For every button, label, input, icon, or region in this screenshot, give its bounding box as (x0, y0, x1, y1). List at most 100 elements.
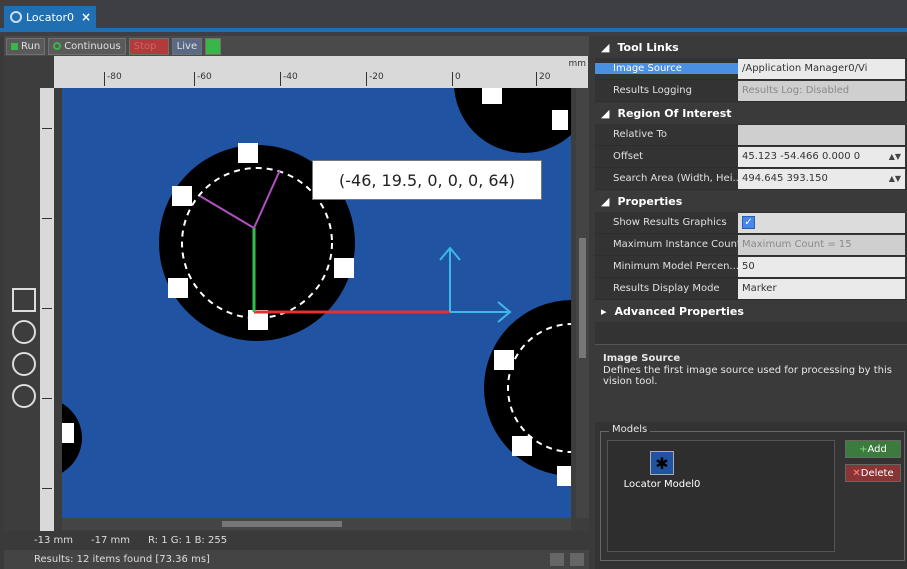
vertical-scroll-thumb[interactable] (579, 238, 586, 358)
section-tool-links[interactable]: ◢ Tool Links (595, 36, 907, 58)
status-button[interactable] (550, 553, 564, 566)
add-label: Add (867, 443, 887, 455)
zoom-toolbar (8, 282, 44, 422)
camera-button[interactable] (205, 37, 222, 55)
row-results-logging[interactable]: Results Logging Results Log: Disabled (595, 80, 907, 102)
model-name: Locator Model0 (623, 479, 701, 490)
camera-image[interactable] (62, 88, 571, 518)
models-title: Models (609, 424, 651, 435)
help-box: Image Source Defines the first image sou… (595, 344, 907, 422)
help-title: Image Source (603, 353, 681, 364)
loop-icon (53, 42, 62, 50)
spinner-icon[interactable]: ▲▼ (889, 174, 901, 183)
row-label: Offset (613, 151, 644, 162)
row-label: Maximum Instance Count (613, 239, 738, 250)
status-button[interactable] (570, 553, 584, 566)
offset-value: 45.123 -54.466 0.000 0 (742, 151, 861, 162)
live-button[interactable]: Live (171, 37, 203, 55)
collapse-icon: ◢ (601, 40, 610, 54)
poker-chip-left (62, 403, 82, 473)
row-max-instance-count[interactable]: Maximum Instance Count Maximum Count = 1… (595, 234, 907, 256)
section-title: Region Of Interest (617, 106, 732, 120)
min-model-field[interactable]: 50 (738, 256, 905, 277)
top-ruler: -80 -60 -40 -20 0 20 mm (54, 56, 588, 88)
tab-title: Locator0 (26, 10, 75, 24)
image-source-field[interactable]: /Application Manager0/Vi (738, 58, 905, 79)
row-image-source[interactable]: Image Source /Application Manager0/Vi (595, 58, 907, 80)
collapse-icon: ◢ (601, 106, 610, 120)
ruler-tick-label: 20 (536, 72, 550, 86)
results-status: Results: 12 items found [73.36 ms] (34, 554, 210, 565)
pixel-rgb: R: 1 G: 1 B: 255 (148, 534, 228, 546)
zoom-out-icon[interactable] (12, 384, 36, 408)
run-button[interactable]: Run (6, 37, 46, 55)
gear-icon (10, 11, 22, 23)
ruler-tick (42, 218, 52, 219)
tab-underline (0, 28, 907, 32)
status-bar: Results: 12 items found [73.36 ms] (4, 550, 589, 569)
expand-icon: ▸ (601, 304, 607, 318)
ruler-unit: mm (568, 59, 586, 69)
row-search-area[interactable]: Search Area (Width, Hei... 494.645 393.1… (595, 168, 907, 190)
ruler-tick (42, 128, 52, 129)
row-min-model-percent[interactable]: Minimum Model Percen... 50 (595, 256, 907, 278)
relative-to-field[interactable] (738, 124, 905, 145)
help-text: Defines the first image source used for … (603, 365, 892, 387)
show-graphics-checkbox[interactable]: ✓ (742, 216, 755, 229)
image-viewer[interactable]: -80 -60 -40 -20 0 20 mm (4, 56, 589, 536)
horizontal-scrollbar[interactable] (62, 518, 571, 530)
section-properties[interactable]: ◢ Properties (595, 190, 907, 212)
row-label: Image Source (595, 63, 738, 74)
search-area-value: 494.645 393.150 (742, 173, 828, 184)
stop-button[interactable]: Stop (128, 37, 169, 55)
add-model-button[interactable]: + Add (845, 440, 901, 458)
locator-window: Locator0 × Run Continuous Stop Live -80 … (0, 0, 907, 569)
collapse-icon: ◢ (601, 194, 610, 208)
section-title: Advanced Properties (614, 304, 744, 318)
search-area-field[interactable]: 494.645 393.150 ▲▼ (738, 168, 905, 189)
models-group: Models ✱ Locator Model0 + Add ✕ Delete (600, 424, 905, 561)
coordinate-bar: -13 mm -17 mm R: 1 G: 1 B: 255 (4, 531, 589, 549)
model-item[interactable]: ✱ Locator Model0 (620, 451, 704, 490)
row-show-results-graphics[interactable]: Show Results Graphics ✓ (595, 212, 907, 234)
results-logging-field[interactable]: Results Log: Disabled (738, 80, 905, 101)
properties-panel: ◢ Tool Links Image Source /Application M… (595, 36, 907, 569)
spinner-icon[interactable]: ▲▼ (889, 152, 901, 161)
run-label: Run (21, 40, 41, 52)
fit-to-window-icon[interactable] (12, 288, 36, 312)
cursor-x: -13 mm (34, 534, 73, 546)
row-offset[interactable]: Offset 45.123 -54.466 0.000 0 ▲▼ (595, 146, 907, 168)
section-title: Properties (617, 194, 683, 208)
max-instance-field[interactable]: Maximum Count = 15 (738, 234, 905, 255)
ruler-tick-label: 0 (452, 72, 461, 86)
models-list[interactable]: ✱ Locator Model0 (607, 440, 835, 552)
zoom-in-icon[interactable] (12, 352, 36, 376)
horizontal-scroll-thumb[interactable] (222, 521, 342, 527)
row-relative-to[interactable]: Relative To (595, 124, 907, 146)
row-label: Results Display Mode (613, 283, 720, 294)
delete-model-button[interactable]: ✕ Delete (845, 464, 901, 482)
pose-tooltip: (-46, 19.5, 0, 0, 0, 64) (312, 160, 542, 200)
display-mode-select[interactable]: Marker (738, 278, 905, 299)
zoom-actual-icon[interactable] (12, 320, 36, 344)
row-label: Results Logging (613, 85, 692, 96)
show-graphics-cell: ✓ (738, 212, 905, 233)
ruler-tick (42, 488, 52, 489)
continuous-button[interactable]: Continuous (48, 37, 126, 55)
ruler-tick-label: -60 (194, 72, 212, 86)
vertical-scrollbar[interactable] (576, 88, 589, 518)
poker-chip-right (484, 300, 571, 486)
row-label: Show Results Graphics (613, 217, 727, 228)
section-region-of-interest[interactable]: ◢ Region Of Interest (595, 102, 907, 124)
tab-locator0[interactable]: Locator0 × (4, 6, 96, 28)
delete-label: Delete (860, 467, 894, 479)
row-results-display-mode[interactable]: Results Display Mode Marker (595, 278, 907, 300)
close-tab-button[interactable]: × (81, 10, 91, 24)
offset-field[interactable]: 45.123 -54.466 0.000 0 ▲▼ (738, 146, 905, 167)
play-icon (11, 42, 18, 50)
ruler-tick-label: -20 (366, 72, 384, 86)
live-label: Live (176, 40, 198, 52)
ruler-tick-label: -40 (280, 72, 298, 86)
section-advanced-properties[interactable]: ▸ Advanced Properties (595, 300, 907, 322)
cursor-y: -17 mm (91, 534, 130, 546)
